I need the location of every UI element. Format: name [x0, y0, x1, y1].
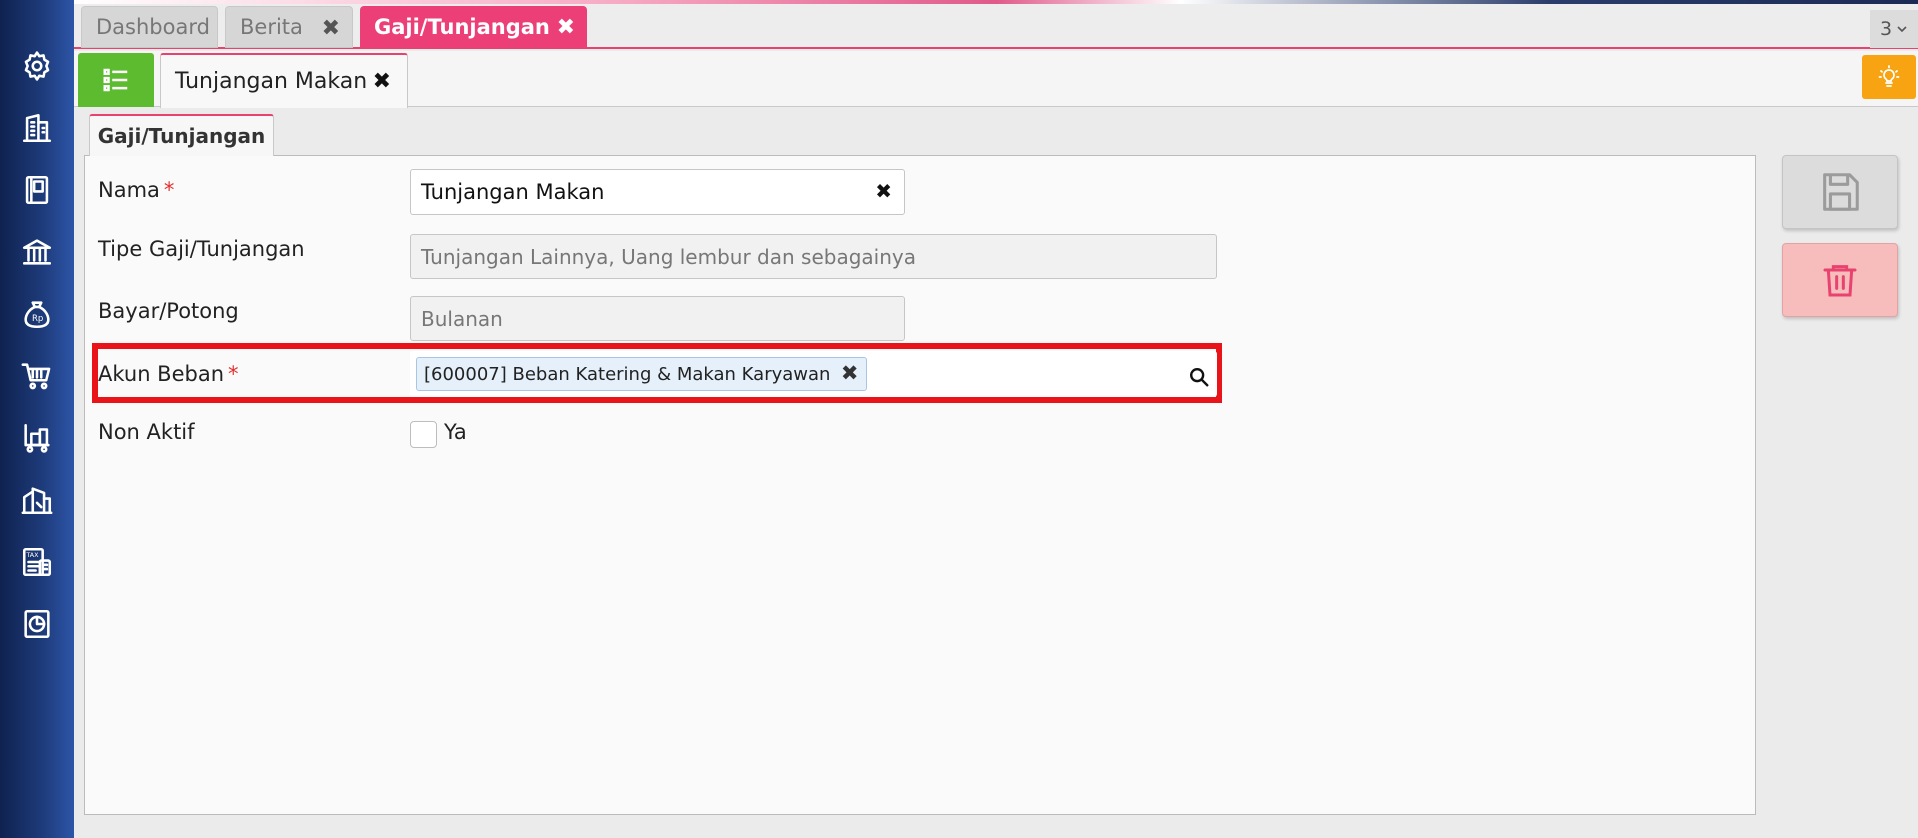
gear-icon[interactable] [19, 48, 55, 84]
cart-icon[interactable] [19, 358, 55, 394]
tab-count: 3 [1879, 18, 1893, 40]
close-icon[interactable]: ✖ [373, 69, 391, 94]
bayar-value: Bulanan [421, 306, 503, 331]
nama-input[interactable]: Tunjangan Makan ✖ [410, 169, 905, 215]
tab-berita[interactable]: Berita ✖ [225, 6, 353, 48]
close-icon[interactable]: ✖ [322, 16, 340, 41]
tipe-value: Tunjangan Lainnya, Uang lembur dan sebag… [421, 244, 916, 269]
tab-form-gaji-tunjangan[interactable]: Gaji/Tunjangan [89, 114, 274, 156]
svg-text:Rp: Rp [32, 314, 43, 324]
tab-tunjangan-makan[interactable]: Tunjangan Makan ✖ [160, 53, 408, 108]
bayar-label: Bayar/Potong [98, 299, 239, 323]
clear-icon[interactable]: ✖ [875, 179, 892, 203]
lightbulb-icon [1878, 65, 1900, 87]
checkbox-label: Ya [444, 420, 467, 444]
trolley-icon[interactable] [19, 420, 55, 456]
money-bag-icon[interactable]: Rp [19, 296, 55, 332]
tab-count-dropdown[interactable]: 3 [1870, 10, 1918, 48]
chevron-down-icon [1897, 26, 1907, 33]
tab-gaji-tunjangan[interactable]: Gaji/Tunjangan ✖ [360, 6, 587, 48]
chip-label: [600007] Beban Katering & Makan Karyawan [424, 363, 831, 385]
tab-label: Dashboard [96, 15, 210, 39]
trash-icon [1823, 265, 1857, 297]
building-icon[interactable] [19, 110, 55, 146]
warehouse-icon[interactable] [19, 482, 55, 518]
tab-dashboard[interactable]: Dashboard [81, 6, 218, 48]
svg-text:TAX: TAX [25, 551, 39, 559]
bayar-field: Bulanan [410, 296, 905, 341]
non-aktif-checkbox[interactable] [410, 421, 437, 448]
nama-label: Nama * [98, 178, 175, 202]
tab-label: Berita [240, 15, 303, 39]
sidebar: Rp TAX [0, 0, 74, 838]
search-icon[interactable] [1188, 366, 1210, 388]
nama-value: Tunjangan Makan [421, 180, 605, 204]
tipe-field: Tunjangan Lainnya, Uang lembur dan sebag… [410, 234, 1217, 279]
top-tabs-bar: Dashboard Berita ✖ Gaji/Tunjangan ✖ 3 [74, 4, 1918, 49]
tab-label: Gaji/Tunjangan [374, 15, 550, 39]
sub-header: Tunjangan Makan ✖ [74, 51, 1918, 108]
tipe-label: Tipe Gaji/Tunjangan [98, 237, 305, 261]
hint-button[interactable] [1862, 55, 1916, 99]
delete-button[interactable] [1782, 243, 1898, 317]
book-icon[interactable] [19, 172, 55, 208]
selected-account-chip: [600007] Beban Katering & Makan Karyawan… [416, 357, 868, 391]
non-aktif-label: Non Aktif [98, 420, 195, 444]
list-icon [103, 68, 128, 92]
save-icon [1823, 173, 1859, 211]
tax-icon[interactable]: TAX [19, 544, 55, 580]
bank-icon[interactable] [19, 234, 55, 270]
required-mark: * [163, 178, 175, 202]
close-icon[interactable]: ✖ [557, 15, 575, 40]
close-icon[interactable]: ✖ [841, 361, 859, 385]
tab-label: Tunjangan Makan [175, 69, 368, 94]
report-icon[interactable] [19, 606, 55, 642]
tab-label: Gaji/Tunjangan [97, 124, 266, 148]
menu-button[interactable] [78, 53, 154, 107]
save-button[interactable] [1782, 155, 1898, 229]
